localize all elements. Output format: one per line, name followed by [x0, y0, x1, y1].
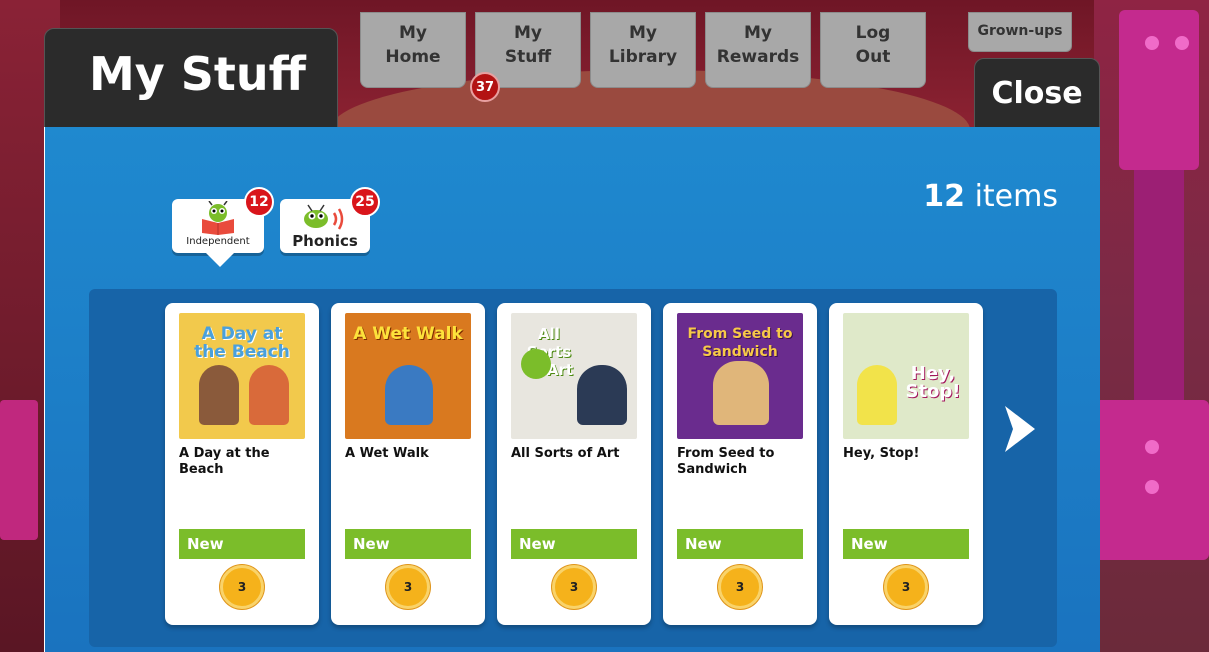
new-badge: New	[511, 529, 637, 559]
cover-title: From Seed to Sandwich	[687, 326, 793, 360]
level-coin: 3	[552, 565, 596, 609]
book-card[interactable]: Hey, Stop! Hey, Stop! New 3	[829, 303, 983, 625]
selected-pointer	[206, 253, 234, 267]
nav-label-line1: My	[514, 23, 542, 43]
close-button[interactable]: Close	[974, 58, 1100, 128]
cover-title: A Day at the Beach	[194, 324, 290, 362]
background-light	[1145, 440, 1159, 454]
level-coin: 3	[884, 565, 928, 609]
book-cover[interactable]: A Wet Walk	[345, 313, 471, 439]
background-pillar	[0, 400, 38, 540]
book-title: Hey, Stop!	[843, 446, 920, 461]
page-title: My Stuff	[89, 47, 306, 101]
background-light	[1145, 36, 1159, 50]
nav-my-rewards-button[interactable]: My Rewards	[705, 12, 811, 88]
level-coin: 3	[220, 565, 264, 609]
nav-label-line2: Home	[385, 47, 441, 67]
book-cover[interactable]: A Day at the Beach	[179, 313, 305, 439]
book-card[interactable]: A Day at the Beach A Day at the Beach Ne…	[165, 303, 319, 625]
background-light	[1175, 36, 1189, 50]
book-cover[interactable]: All Sorts of Art	[511, 313, 637, 439]
background-tower	[1119, 10, 1199, 170]
nav-log-out-button[interactable]: Log Out	[820, 12, 926, 88]
my-stuff-panel: 12 items Independent 12 Phonics 25 A Day…	[44, 127, 1100, 652]
cover-illustration	[857, 365, 897, 425]
nav-label-line1: My	[629, 23, 657, 43]
nav-label-line2: Rewards	[716, 47, 800, 67]
background-tower-column	[1134, 170, 1184, 400]
items-count: 12 items	[923, 179, 1058, 214]
filter-label: Independent	[186, 236, 250, 247]
cover-illustration	[521, 349, 551, 379]
level-coin: 3	[386, 565, 430, 609]
book-title: A Day at the Beach	[179, 446, 270, 477]
book-title: A Wet Walk	[345, 446, 429, 461]
cover-illustration	[713, 361, 769, 425]
new-badge: New	[179, 529, 305, 559]
cover-illustration	[577, 365, 627, 425]
items-count-number: 12	[923, 179, 966, 214]
new-badge: New	[843, 529, 969, 559]
filter-independent[interactable]: Independent 12	[172, 187, 274, 267]
level-coin: 3	[718, 565, 762, 609]
cover-title: Hey, Stop!	[905, 363, 961, 402]
new-badge: New	[677, 529, 803, 559]
background-right	[1094, 0, 1209, 652]
nav-my-home-button[interactable]: My Home	[360, 12, 466, 88]
cover-illustration	[249, 365, 289, 425]
new-badge: New	[345, 529, 471, 559]
book-cover[interactable]: Hey, Stop!	[843, 313, 969, 439]
cover-illustration	[199, 365, 239, 425]
bug-sound-icon	[304, 204, 344, 230]
nav-label-line1: My	[744, 23, 772, 43]
nav-label-line2: Out	[855, 47, 891, 67]
next-arrow-icon[interactable]	[999, 404, 1039, 454]
grown-ups-button[interactable]: Grown-ups	[968, 12, 1072, 52]
nav-label-line1: Log	[855, 23, 891, 43]
book-shelf: A Day at the Beach A Day at the Beach Ne…	[89, 289, 1057, 647]
bug-reading-icon	[202, 201, 234, 235]
nav-label-line2: Library	[608, 47, 678, 67]
filter-count-badge: 25	[350, 187, 380, 217]
page-title-tab: My Stuff	[44, 28, 338, 128]
filter-count-badge: 12	[244, 187, 274, 217]
items-count-label: items	[974, 179, 1058, 214]
nav-label-line1: My	[399, 23, 427, 43]
nav-label-line2: Stuff	[504, 47, 552, 67]
background-light	[1145, 480, 1159, 494]
book-title: From Seed to Sandwich	[677, 446, 775, 477]
book-card[interactable]: From Seed to Sandwich From Seed to Sandw…	[663, 303, 817, 625]
book-cover[interactable]: From Seed to Sandwich	[677, 313, 803, 439]
filter-label: Phonics	[292, 232, 358, 250]
nav-my-library-button[interactable]: My Library	[590, 12, 696, 88]
filter-phonics[interactable]: Phonics 25	[280, 187, 380, 253]
cover-title: A Wet Walk	[353, 324, 463, 344]
book-card[interactable]: A Wet Walk A Wet Walk New 3	[331, 303, 485, 625]
nav-notification-badge: 37	[470, 72, 500, 102]
cover-illustration	[385, 365, 433, 425]
book-title: All Sorts of Art	[511, 446, 620, 461]
book-card[interactable]: All Sorts of Art All Sorts of Art New 3	[497, 303, 651, 625]
